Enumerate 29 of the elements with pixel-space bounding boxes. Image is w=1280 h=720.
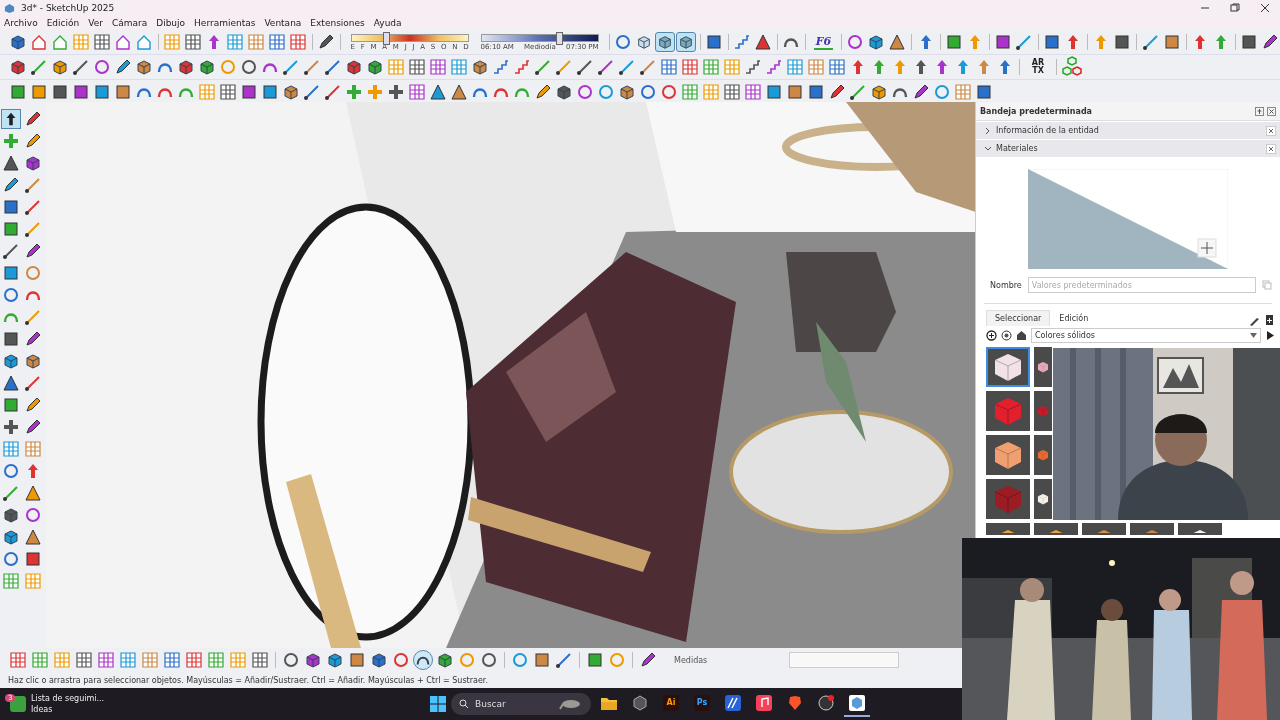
section-header[interactable]: Materiales — [976, 140, 1280, 157]
tab[interactable]: Edición — [1050, 310, 1098, 326]
status-text: Haz clic o arrastra para seleccionar objetos. Mayúsculas = Añadir/Sustraer. Ctrl = Añadir. Mayúsculas + Ctrl = Sustraer. — [8, 675, 488, 685]
tab[interactable]: Seleccionar — [986, 310, 1051, 326]
section-label: Materiales — [996, 144, 1039, 153]
section-label: Información de la entidad — [996, 126, 1100, 135]
menu-item[interactable]: Cámara — [111, 18, 148, 28]
app-tile[interactable]: Ps — [689, 691, 715, 717]
library-dropdown[interactable]: Colores sólidos — [1031, 328, 1261, 343]
menu-item[interactable]: Ventana — [264, 18, 302, 28]
menu-item[interactable]: Ver — [88, 18, 103, 28]
menu-item[interactable]: Edición — [46, 18, 80, 28]
widget-title: Lista de seguimi... — [31, 693, 105, 704]
menu-item[interactable]: Ayuda — [373, 18, 402, 28]
menu-item[interactable]: Extensiones — [310, 18, 365, 28]
widget-subtitle: Ideas — [31, 704, 54, 715]
menu-item[interactable]: Archivo — [4, 18, 38, 28]
window-title: 3d* - SketchUp 2025 — [21, 3, 116, 13]
f6-button[interactable]: F6 — [813, 34, 834, 50]
tray-title: Bandeja predeterminada — [980, 106, 1093, 116]
menu-item[interactable]: Herramientas — [194, 18, 256, 28]
measurements-label: Medidas — [674, 655, 708, 665]
menu-item[interactable]: Dibujo — [156, 18, 186, 28]
search-field[interactable]: Buscar — [451, 693, 591, 715]
name-label: Nombre — [990, 280, 1022, 290]
app-tile[interactable]: Ai — [658, 691, 684, 717]
section-header[interactable]: Información de la entidad — [976, 122, 1280, 139]
name-field[interactable]: Valores predeterminados — [1027, 277, 1256, 293]
artx-button[interactable]: AR TX — [1030, 59, 1046, 75]
